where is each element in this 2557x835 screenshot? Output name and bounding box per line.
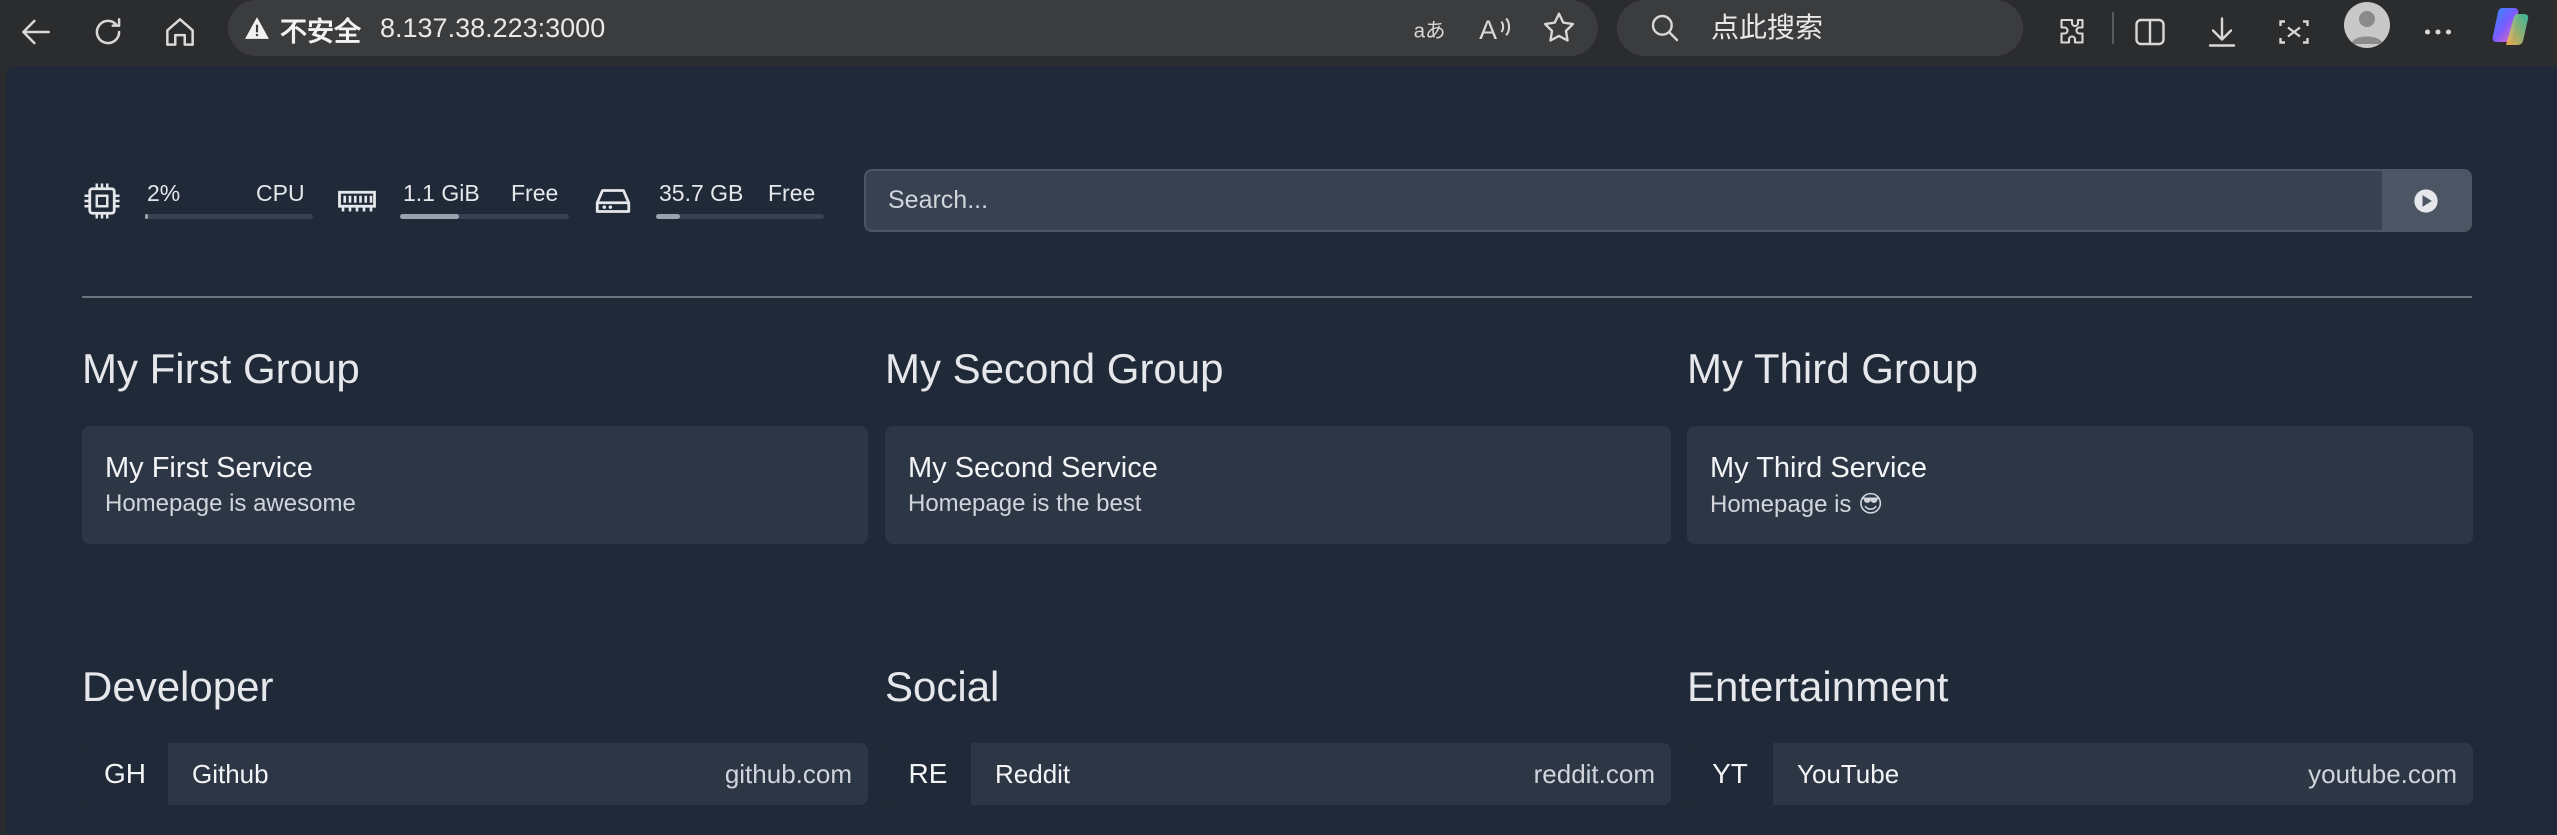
bookmark-href: github.com <box>724 759 852 789</box>
toolbar-separator <box>2112 12 2114 44</box>
service-name: My First Service <box>105 452 313 484</box>
back-button[interactable] <box>10 6 62 58</box>
group-title-social: Social <box>885 663 1000 710</box>
warning-icon[interactable] <box>244 15 270 41</box>
read-aloud-icon[interactable]: A <box>1476 9 1514 47</box>
service-description: Homepage is awesome <box>105 490 356 517</box>
disk-drive-icon <box>595 189 631 213</box>
split-screen-icon <box>2135 18 2165 46</box>
disk-label: Free <box>768 180 816 206</box>
split-screen-button[interactable] <box>2124 6 2176 58</box>
security-label[interactable]: 不安全 <box>280 10 361 49</box>
screenshot-icon <box>2279 20 2309 44</box>
bookmark-href: youtube.com <box>2308 759 2457 789</box>
bookmark-href: reddit.com <box>1533 759 1655 789</box>
service-name: My Third Service <box>1710 452 1928 484</box>
cpu-value: 2% <box>147 180 181 206</box>
search-provider-button[interactable] <box>2382 171 2470 230</box>
header-divider <box>82 296 2472 298</box>
bookmark-name: YouTube <box>1797 759 1900 789</box>
bookmark-reddit[interactable]: RE Reddit reddit.com <box>885 743 1671 805</box>
extensions-button[interactable] <box>2046 6 2098 58</box>
svg-text:aあ: aあ <box>1414 20 1446 43</box>
memory-value: 1.1 GiB <box>403 180 480 206</box>
bookmark-name: Reddit <box>995 759 1071 789</box>
profile-icon <box>2351 11 2383 44</box>
download-icon <box>2208 17 2236 47</box>
home-button[interactable] <box>154 6 206 58</box>
bookmark-abbr: YT <box>1687 743 1773 805</box>
service-card-my-first-service[interactable]: My First Service Homepage is awesome <box>82 426 868 544</box>
address-bar[interactable]: 不安全 8.137.38.223:3000 aあ A <box>228 0 1598 56</box>
profile-avatar[interactable] <box>2344 2 2390 48</box>
more-menu-button[interactable] <box>2412 6 2464 58</box>
cpu-chip-icon <box>84 183 120 219</box>
svg-text:A: A <box>1479 15 1497 45</box>
browser-search-placeholder: 点此搜索 <box>1711 12 1824 43</box>
group-title-my-third-group: My Third Group <box>1687 345 1978 392</box>
memory-usage-fill <box>400 214 460 219</box>
browser-toolbar: 不安全 8.137.38.223:3000 aあ A 点此搜索 <box>0 0 2557 66</box>
translate-icon[interactable]: aあ <box>1412 9 1450 47</box>
group-title-developer: Developer <box>82 663 274 710</box>
refresh-icon <box>95 18 121 45</box>
memory-icon <box>338 190 376 212</box>
copilot-icon[interactable] <box>2488 2 2534 48</box>
page-viewport: 2% CPU 1.1 GiB Free 35.7 GB Free Search.… <box>6 66 2557 835</box>
cpu-label: CPU <box>256 180 305 206</box>
homepage: 2% CPU 1.1 GiB Free 35.7 GB Free Search.… <box>6 66 2557 835</box>
home-icon <box>166 18 194 46</box>
memory-label: Free <box>511 180 559 206</box>
search-widget <box>864 169 2472 232</box>
bookmark-youtube[interactable]: YT YouTube youtube.com <box>1687 743 2473 805</box>
group-title-entertainment: Entertainment <box>1687 663 1949 710</box>
search-provider-icon <box>2414 188 2438 213</box>
service-card-my-second-service[interactable]: My Second Service Homepage is the best <box>885 426 1671 544</box>
disk-usage-fill <box>656 214 680 219</box>
cpu-usage-bar <box>145 214 313 219</box>
url-text[interactable]: 8.137.38.223:3000 <box>380 0 605 56</box>
cpu-usage-fill <box>145 214 149 219</box>
disk-usage-bar <box>656 214 824 219</box>
bookmark-github[interactable]: GH Github github.com <box>82 743 868 805</box>
service-card-my-third-service[interactable]: My Third Service Homepage is 😎 <box>1687 426 2473 544</box>
screenshot-button[interactable] <box>2268 6 2320 58</box>
disk-value: 35.7 GB <box>659 180 744 206</box>
bookmark-abbr: RE <box>885 743 971 805</box>
more-dots-icon <box>2424 29 2452 35</box>
bookmark-abbr: GH <box>82 743 168 805</box>
service-description: Homepage is the best <box>908 490 1142 517</box>
service-name: My Second Service <box>908 452 1158 484</box>
search-input[interactable] <box>866 171 2386 230</box>
search-icon <box>1651 14 1679 42</box>
downloads-button[interactable] <box>2196 6 2248 58</box>
bookmark-name: Github <box>192 759 269 789</box>
browser-search-box[interactable]: 点此搜索 <box>1617 0 2023 56</box>
memory-usage-bar <box>400 214 569 219</box>
group-title-my-first-group: My First Group <box>82 345 360 392</box>
puzzle-icon <box>2060 18 2084 44</box>
refresh-button[interactable] <box>82 6 134 58</box>
back-arrow-icon <box>22 19 50 45</box>
service-description: Homepage is 😎 <box>1710 491 1884 518</box>
favorite-star-icon[interactable] <box>1540 9 1578 47</box>
group-title-my-second-group: My Second Group <box>885 345 1224 392</box>
